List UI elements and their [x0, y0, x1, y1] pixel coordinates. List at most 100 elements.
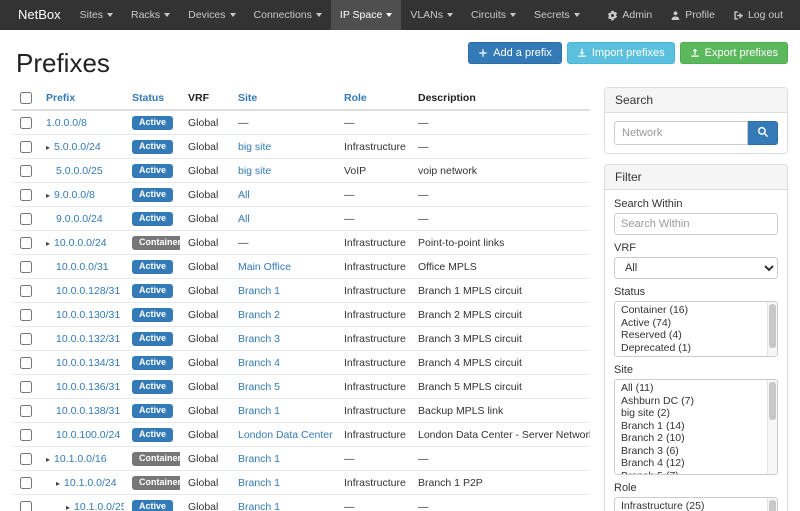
row-checkbox[interactable]: [20, 405, 32, 417]
nav-item-ip-space[interactable]: IP Space: [331, 0, 401, 30]
scrollbar[interactable]: [767, 302, 777, 356]
scrollbar-thumb[interactable]: [769, 304, 776, 348]
listbox-option[interactable]: All (11): [621, 382, 763, 395]
row-checkbox[interactable]: [20, 237, 32, 249]
site-link[interactable]: Branch 3: [238, 333, 280, 345]
row-checkbox[interactable]: [20, 261, 32, 273]
prefix-link[interactable]: 5.0.0.0/25: [56, 165, 103, 177]
navbar-brand[interactable]: NetBox: [8, 0, 71, 30]
listbox-option[interactable]: Branch 3 (6): [621, 445, 763, 458]
log-out-icon: [733, 10, 744, 21]
column-header-status[interactable]: Status: [132, 92, 164, 104]
nav-item-devices[interactable]: Devices: [179, 0, 244, 30]
prefix-link[interactable]: 10.0.0.136/31: [56, 381, 120, 393]
row-checkbox[interactable]: [20, 333, 32, 345]
row-checkbox[interactable]: [20, 381, 32, 393]
site-link[interactable]: Branch 2: [238, 309, 280, 321]
search-button[interactable]: [748, 121, 778, 145]
site-link[interactable]: Branch 1: [238, 453, 280, 465]
row-checkbox[interactable]: [20, 141, 32, 153]
nav-item-profile[interactable]: Profile: [661, 0, 724, 30]
prefix-link[interactable]: 5.0.0.0/24: [54, 141, 101, 153]
row-checkbox[interactable]: [20, 429, 32, 441]
scrollbar[interactable]: [767, 380, 777, 474]
prefix-link[interactable]: 10.0.0.128/31: [56, 285, 120, 297]
nav-item-sites[interactable]: Sites: [71, 0, 122, 30]
site-link[interactable]: Main Office: [238, 261, 291, 273]
row-checkbox[interactable]: [20, 285, 32, 297]
listbox-option[interactable]: Container (16): [621, 304, 763, 317]
site-listbox[interactable]: All (11)Ashburn DC (7)big site (2)Branch…: [614, 379, 778, 475]
nav-item-secrets[interactable]: Secrets: [525, 0, 589, 30]
nav-item-admin[interactable]: Admin: [598, 0, 661, 30]
listbox-option[interactable]: Infrastructure (25): [621, 500, 763, 511]
nav-item-vlans[interactable]: VLANs: [401, 0, 462, 30]
site-link[interactable]: Branch 1: [238, 501, 280, 511]
row-checkbox[interactable]: [20, 213, 32, 225]
prefix-link[interactable]: 10.0.0.132/31: [56, 333, 120, 345]
listbox-option[interactable]: Ashburn DC (7): [621, 395, 763, 408]
prefix-link[interactable]: 10.0.100.0/24: [56, 429, 120, 441]
prefix-link[interactable]: 10.1.0.0/25: [74, 501, 124, 511]
listbox-option[interactable]: Branch 5 (7): [621, 470, 763, 476]
add-prefix-button[interactable]: Add a prefix: [468, 42, 562, 64]
site-link: —: [238, 237, 249, 249]
prefix-link[interactable]: 10.0.0.134/31: [56, 357, 120, 369]
status-listbox[interactable]: Container (16)Active (74)Reserved (4)Dep…: [614, 301, 778, 357]
row-checkbox[interactable]: [20, 453, 32, 465]
row-checkbox[interactable]: [20, 501, 32, 511]
prefix-link[interactable]: 10.0.0.138/31: [56, 405, 120, 417]
column-header-site[interactable]: Site: [238, 92, 257, 104]
import-prefixes-button[interactable]: Import prefixes: [567, 42, 675, 64]
nav-item-racks[interactable]: Racks: [122, 0, 179, 30]
export-prefixes-button[interactable]: Export prefixes: [680, 42, 788, 64]
listbox-option[interactable]: big site (2): [621, 407, 763, 420]
prefix-link[interactable]: 10.1.0.0/16: [54, 453, 107, 465]
scrollbar-thumb[interactable]: [769, 382, 776, 420]
vrf-value: Global: [188, 213, 218, 225]
listbox-option[interactable]: Branch 4 (12): [621, 457, 763, 470]
role-listbox[interactable]: Infrastructure (25)Management (8)Private…: [614, 497, 778, 511]
listbox-option[interactable]: Branch 2 (10): [621, 432, 763, 445]
column-header-role[interactable]: Role: [344, 92, 367, 104]
table-row: 5.0.0.0/25ActiveGlobalbig siteVoIPvoip n…: [12, 159, 590, 183]
site-link[interactable]: All: [238, 189, 250, 201]
site-link[interactable]: Branch 1: [238, 285, 280, 297]
site-link[interactable]: All: [238, 213, 250, 225]
site-link[interactable]: Branch 5: [238, 381, 280, 393]
nav-item-circuits[interactable]: Circuits: [462, 0, 525, 30]
prefix-link[interactable]: 10.1.0.0/24: [64, 477, 117, 489]
site-link[interactable]: London Data Center: [238, 429, 333, 441]
listbox-option[interactable]: Branch 1 (14): [621, 420, 763, 433]
search-within-input[interactable]: [614, 213, 778, 235]
select-all-checkbox[interactable]: [20, 92, 32, 104]
listbox-option[interactable]: Active (74): [621, 317, 763, 330]
listbox-option[interactable]: Reserved (4): [621, 329, 763, 342]
site-link[interactable]: big site: [238, 141, 271, 153]
prefix-link[interactable]: 1.0.0.0/8: [46, 117, 87, 129]
nav-item-log-out[interactable]: Log out: [724, 0, 792, 30]
scrollbar-thumb[interactable]: [769, 500, 776, 511]
listbox-option[interactable]: Deprecated (1): [621, 342, 763, 355]
site-link[interactable]: Branch 1: [238, 477, 280, 489]
row-checkbox[interactable]: [20, 165, 32, 177]
prefix-link[interactable]: 10.0.0.0/24: [54, 237, 107, 249]
row-checkbox[interactable]: [20, 477, 32, 489]
row-checkbox[interactable]: [20, 117, 32, 129]
prefix-link[interactable]: 9.0.0.0/8: [54, 189, 95, 201]
site-link[interactable]: Branch 4: [238, 357, 280, 369]
prefix-link[interactable]: 9.0.0.0/24: [56, 213, 103, 225]
row-checkbox[interactable]: [20, 357, 32, 369]
prefix-link[interactable]: 10.0.0.130/31: [56, 309, 120, 321]
row-checkbox[interactable]: [20, 309, 32, 321]
column-header-prefix[interactable]: Prefix: [46, 92, 75, 104]
page-header: Prefixes Add a prefix Import prefixes Ex…: [12, 30, 788, 87]
row-checkbox[interactable]: [20, 189, 32, 201]
nav-item-connections[interactable]: Connections: [245, 0, 331, 30]
site-link[interactable]: Branch 1: [238, 405, 280, 417]
prefix-link[interactable]: 10.0.0.0/31: [56, 261, 109, 273]
vrf-select[interactable]: All: [614, 257, 778, 279]
prefix-search-input[interactable]: [614, 121, 748, 145]
scrollbar[interactable]: [767, 498, 777, 511]
site-link[interactable]: big site: [238, 165, 271, 177]
